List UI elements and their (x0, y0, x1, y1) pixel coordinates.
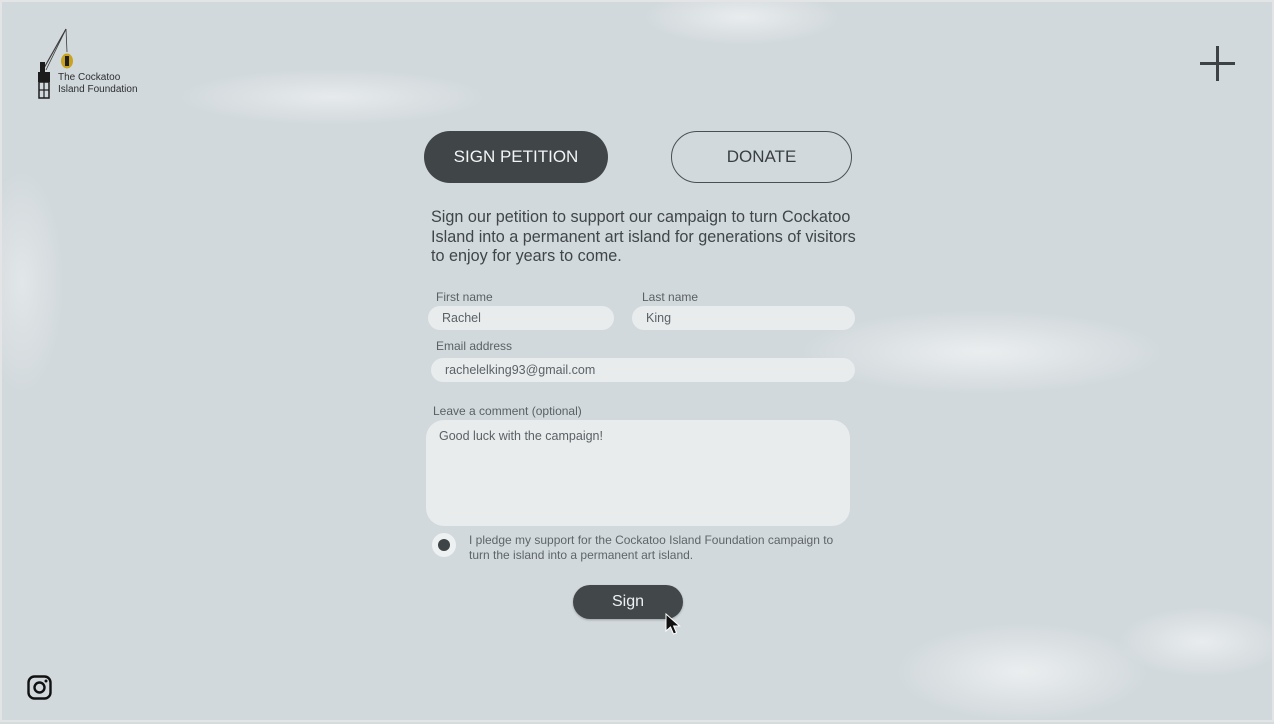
email-field[interactable]: rachelelking93@gmail.com (431, 358, 855, 382)
comment-value: Good luck with the campaign! (439, 429, 603, 443)
logo-line-2: Island Foundation (58, 84, 138, 95)
pledge-radio-dot (438, 539, 450, 551)
instagram-icon[interactable] (27, 675, 52, 700)
last-name-field[interactable]: King (632, 306, 855, 330)
comment-label: Leave a comment (optional) (433, 404, 582, 418)
tab-donate[interactable]: DONATE (671, 131, 852, 183)
logo-line-1: The Cockatoo (58, 72, 121, 83)
last-name-label: Last name (642, 290, 699, 304)
mouse-cursor-icon (665, 612, 681, 635)
email-label: Email address (436, 339, 513, 353)
foundation-logo[interactable]: The Cockatoo Island Foundation (36, 28, 156, 100)
first-name-label: First name (436, 290, 493, 304)
email-value: rachelelking93@gmail.com (445, 363, 596, 377)
pledge-radio[interactable] (432, 533, 456, 557)
petition-intro-text: Sign our petition to support our campaig… (431, 208, 856, 266)
tab-sign-petition[interactable]: SIGN PETITION (424, 131, 608, 183)
first-name-field[interactable]: Rachel (428, 306, 614, 330)
logo-text: The Cockatoo Island Foundation (58, 72, 138, 96)
comment-textarea[interactable]: Good luck with the campaign! (426, 420, 850, 526)
plus-icon[interactable] (1200, 46, 1236, 82)
pledge-text: I pledge my support for the Cockatoo Isl… (469, 533, 834, 562)
first-name-value: Rachel (442, 311, 481, 325)
last-name-value: King (646, 311, 672, 325)
